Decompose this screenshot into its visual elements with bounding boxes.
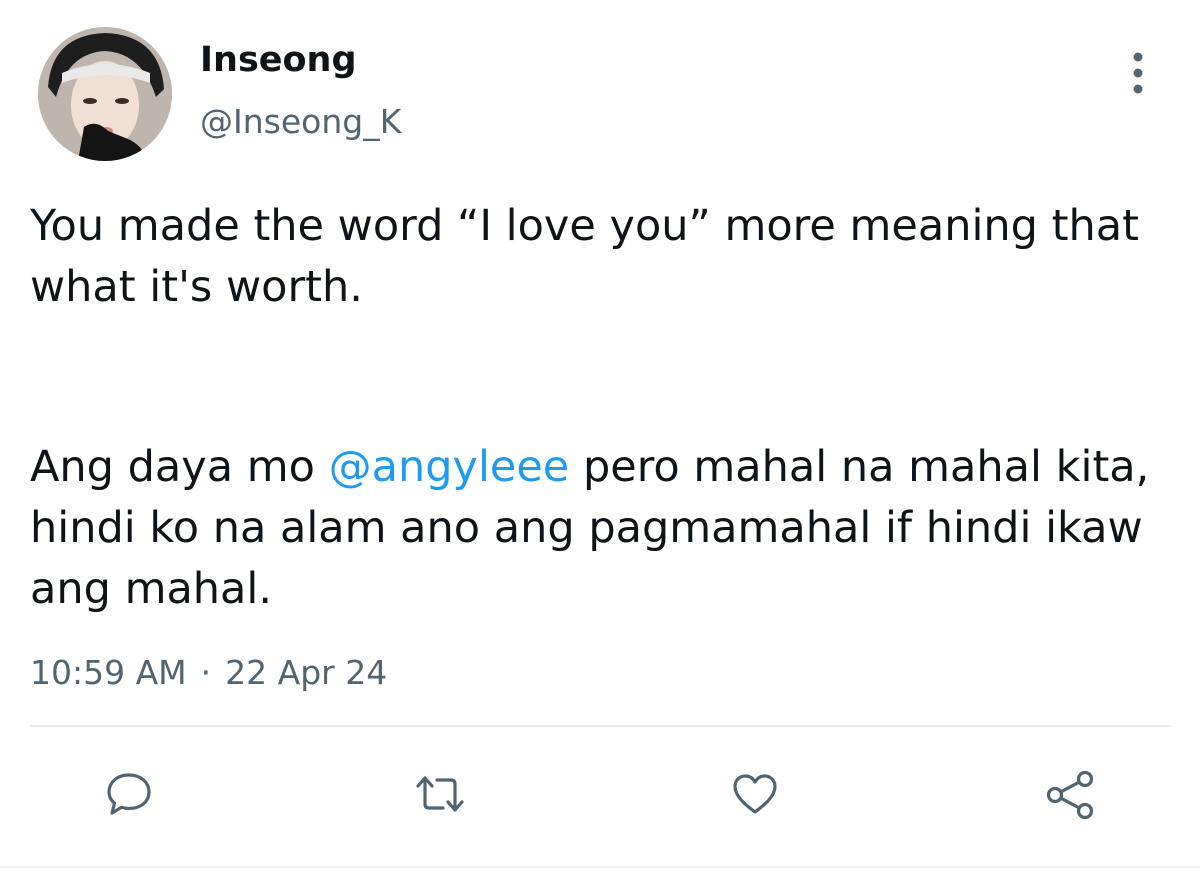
divider (30, 725, 1171, 727)
reply-icon (107, 773, 151, 815)
avatar[interactable] (38, 27, 172, 161)
share-button[interactable] (1043, 766, 1099, 822)
heart-icon (733, 774, 777, 814)
tweet-time: 10:59 AM (30, 653, 187, 692)
reply-button[interactable] (101, 766, 157, 822)
tweet-text-paragraph-1: You made the word “I love you” more mean… (30, 196, 1150, 318)
tweet-timestamp[interactable]: 10:59 AM · 22 Apr 24 (30, 648, 387, 698)
meta-separator: · (200, 653, 212, 692)
more-vertical-icon (1133, 52, 1143, 94)
author-handle[interactable]: @Inseong_K (200, 100, 401, 144)
retweet-button[interactable] (412, 766, 468, 822)
tweet-date: 22 Apr 24 (225, 653, 388, 692)
tweet-text-segment: Ang daya mo (30, 442, 329, 492)
more-options-button[interactable] (1116, 48, 1160, 98)
like-button[interactable] (727, 766, 783, 822)
bottom-divider (0, 866, 1200, 868)
tweet-text-paragraph-2: Ang daya mo @angyleee pero mahal na maha… (30, 437, 1150, 620)
retweet-icon (416, 776, 464, 812)
tweet-text-segment: You made the word “I love you” more mean… (30, 201, 1139, 312)
avatar-image (38, 27, 172, 161)
author-display-name[interactable]: Inseong (200, 38, 357, 82)
share-icon (1046, 770, 1094, 819)
mention-link[interactable]: @angyleee (329, 442, 570, 492)
